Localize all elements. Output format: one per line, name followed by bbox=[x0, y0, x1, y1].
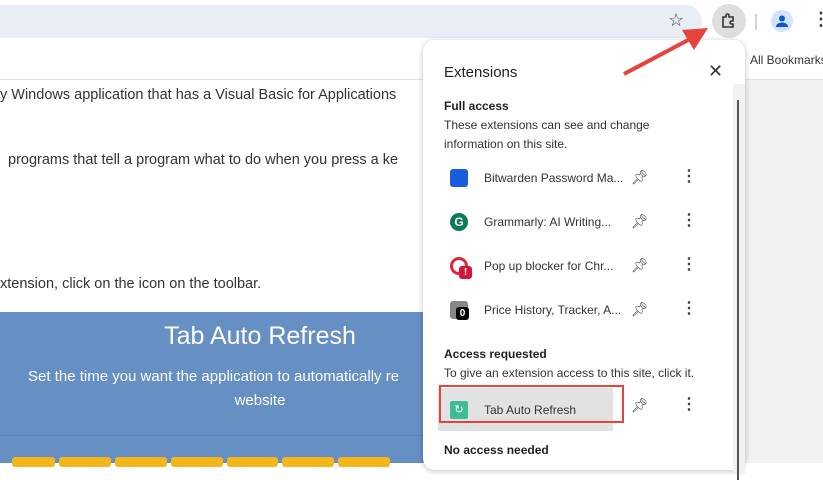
access-requested-heading: Access requested bbox=[444, 347, 547, 361]
all-bookmarks[interactable]: All Bookmarks bbox=[750, 53, 823, 67]
time-button[interactable] bbox=[282, 457, 334, 467]
banner-subtitle-2: website bbox=[234, 392, 286, 409]
banner-divider bbox=[0, 435, 430, 436]
time-button[interactable] bbox=[12, 457, 55, 467]
highlight-box bbox=[439, 385, 624, 423]
toolbar-separator bbox=[755, 14, 757, 30]
close-icon[interactable]: ✕ bbox=[708, 61, 723, 82]
banner-title: Tab Auto Refresh bbox=[164, 322, 356, 350]
page-text-line: xtension, click on the icon on the toolb… bbox=[0, 276, 262, 292]
banner-subtitle: Set the time you want the application to… bbox=[28, 368, 400, 385]
extension-banner: Tab Auto Refresh Set the time you want t… bbox=[0, 312, 430, 463]
extension-name: Price History, Tracker, A... bbox=[484, 303, 622, 317]
page-text-line: y Windows application that has a Visual … bbox=[0, 87, 397, 103]
address-bar[interactable] bbox=[0, 5, 702, 38]
bitwarden-icon bbox=[450, 169, 468, 187]
access-requested-description: To give an extension access to this site… bbox=[444, 366, 695, 380]
badge: 0 bbox=[456, 307, 469, 320]
extensions-button[interactable] bbox=[712, 4, 746, 38]
extension-item-bitwarden[interactable]: Bitwarden Password Ma... bbox=[438, 161, 628, 195]
more-options-icon[interactable]: ⋮ bbox=[681, 301, 697, 317]
time-button[interactable] bbox=[59, 457, 111, 467]
side-area bbox=[745, 80, 823, 463]
time-button[interactable] bbox=[115, 457, 167, 467]
time-button[interactable] bbox=[338, 457, 390, 467]
grammarly-icon: G bbox=[450, 213, 468, 231]
pin-icon[interactable]: 📌︎ bbox=[631, 213, 649, 230]
page-text-line: programs that tell a program what to do … bbox=[8, 152, 399, 168]
full-access-description: These extensions can see and change info… bbox=[444, 118, 650, 151]
pin-icon[interactable]: 📌︎ bbox=[631, 257, 649, 274]
pin-icon[interactable]: 📌︎ bbox=[631, 301, 649, 318]
popup-blocker-icon: ! bbox=[450, 257, 472, 279]
time-button[interactable] bbox=[171, 457, 223, 467]
extension-name: Bitwarden Password Ma... bbox=[484, 171, 624, 185]
badge: ! bbox=[459, 266, 472, 279]
profile-avatar[interactable] bbox=[771, 10, 793, 32]
more-options-icon[interactable]: ⋮ bbox=[681, 169, 697, 185]
popup-title: Extensions bbox=[444, 64, 518, 81]
browser-toolbar: ☆ ⋮ bbox=[0, 0, 823, 44]
extension-item-grammarly[interactable]: G Grammarly: AI Writing... bbox=[438, 205, 628, 239]
pin-icon[interactable]: 📌︎ bbox=[631, 169, 649, 186]
extension-name: Pop up blocker for Chr... bbox=[484, 259, 614, 273]
scrollbar-thumb[interactable] bbox=[737, 100, 739, 480]
extension-item-popup-blocker[interactable]: ! Pop up blocker for Chr... bbox=[438, 249, 628, 283]
extension-item-price-history[interactable]: 0 Price History, Tracker, A... bbox=[438, 293, 628, 327]
more-options-icon[interactable]: ⋮ bbox=[681, 397, 697, 413]
pin-icon[interactable]: 📌︎ bbox=[631, 397, 649, 414]
more-options-icon[interactable]: ⋮ bbox=[681, 213, 697, 229]
price-history-icon: 0 bbox=[450, 301, 469, 320]
more-options-icon[interactable]: ⋮ bbox=[681, 257, 697, 273]
kebab-menu-icon[interactable]: ⋮ bbox=[812, 10, 823, 28]
bookmark-star-icon[interactable]: ☆ bbox=[668, 10, 684, 31]
time-button[interactable] bbox=[227, 457, 278, 467]
scrollbar[interactable] bbox=[733, 84, 745, 480]
person-icon bbox=[776, 15, 788, 27]
full-access-heading: Full access bbox=[444, 99, 509, 113]
extension-name: Grammarly: AI Writing... bbox=[484, 215, 612, 229]
puzzle-icon bbox=[722, 13, 734, 28]
no-access-heading: No access needed bbox=[444, 443, 549, 457]
